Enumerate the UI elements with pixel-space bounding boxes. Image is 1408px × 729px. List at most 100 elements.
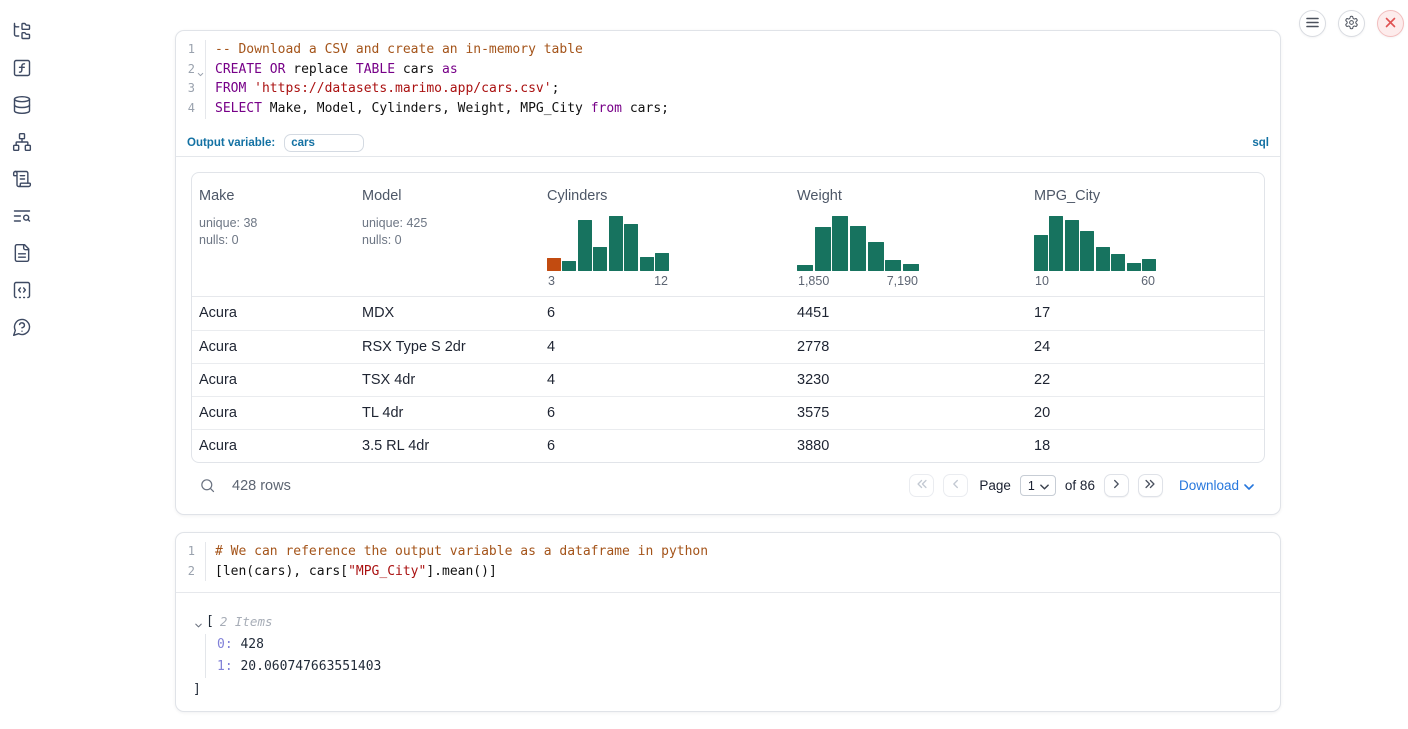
line-number: 2: [188, 60, 195, 80]
line-number-gutter: 1: [176, 542, 206, 562]
sidebar-dependency-graph-button[interactable]: [12, 133, 32, 153]
output-variable-input[interactable]: [284, 134, 364, 152]
sql-cell: 1 -- Download a CSV and create an in-memo…: [175, 30, 1281, 515]
column-histogram[interactable]: 1060: [1034, 216, 1156, 288]
sidebar-file-explorer-button[interactable]: [12, 22, 32, 42]
page-select[interactable]: 1: [1020, 475, 1056, 496]
file-tree-icon: [12, 21, 32, 44]
table-row[interactable]: AcuraRSX Type S 2dr4277824: [192, 330, 1264, 363]
settings-button[interactable]: [1338, 10, 1365, 37]
network-graph-icon: [12, 132, 32, 155]
histogram-axis-labels: 1,8507,190: [797, 274, 919, 288]
table-cell: 24: [1027, 339, 1264, 355]
code-text: -- Download a CSV and create an in-memor…: [206, 40, 583, 60]
database-icon: [12, 95, 32, 118]
table-row[interactable]: AcuraTSX 4dr4323022: [192, 363, 1264, 396]
column-stat: unique: 38: [199, 215, 355, 232]
table-row[interactable]: Acura3.5 RL 4dr6388018: [192, 429, 1264, 462]
sidebar-help-button[interactable]: [12, 318, 32, 338]
sidebar-documentation-button[interactable]: [12, 244, 32, 264]
line-number: 2: [188, 562, 195, 582]
table-cell: 4: [540, 339, 790, 355]
result-item: 1: 20.060747663551403: [217, 656, 1280, 678]
menu-button[interactable]: [1299, 10, 1326, 37]
sidebar-snippets-button[interactable]: [12, 281, 32, 301]
file-text-icon: [12, 243, 32, 266]
histogram-bars: [797, 216, 919, 271]
sidebar-logs-button[interactable]: [12, 207, 32, 227]
table-header-row: Makeunique: 38nulls: 0Modelunique: 425nu…: [192, 173, 1264, 297]
code-line[interactable]: 2[len(cars), cars["MPG_City"].mean()]: [176, 562, 1280, 582]
close-bracket: ]: [193, 679, 1280, 701]
code-line[interactable]: 3FROM 'https://datasets.marimo.app/cars.…: [176, 79, 1280, 99]
gear-icon: [1344, 15, 1359, 33]
line-number: 1: [188, 40, 195, 60]
column-histogram[interactable]: 1,8507,190: [797, 216, 919, 288]
histogram-bar: [655, 253, 669, 271]
code-text: FROM 'https://datasets.marimo.app/cars.c…: [206, 79, 559, 99]
column-header[interactable]: Modelunique: 425nulls: 0: [355, 173, 540, 296]
search-icon: [199, 482, 216, 497]
line-number-gutter: 3: [176, 79, 206, 99]
pagination: Page 1 of 86 Download: [909, 474, 1254, 497]
items-count-label: 2 Items: [220, 611, 273, 633]
histogram-bar: [547, 258, 561, 271]
histogram-bar: [850, 226, 866, 271]
table-cell: 3.5 RL 4dr: [355, 438, 540, 454]
line-number-gutter: 2: [176, 60, 206, 80]
shutdown-button[interactable]: [1377, 10, 1404, 37]
table-cell: 3230: [790, 372, 1027, 388]
table-row[interactable]: AcuraTL 4dr6357520: [192, 396, 1264, 429]
column-histogram[interactable]: 312: [547, 216, 669, 288]
column-header[interactable]: Weight 1,8507,190: [790, 173, 1027, 296]
language-badge[interactable]: sql: [1252, 137, 1269, 149]
python-cell: 1# We can reference the output variable …: [175, 532, 1281, 712]
sidebar-scratchpad-button[interactable]: [12, 170, 32, 190]
histogram-bar: [1049, 216, 1063, 271]
histogram-bar: [609, 216, 623, 271]
search-button[interactable]: [199, 477, 216, 494]
result-item-value: 428: [233, 637, 264, 652]
open-bracket: [: [206, 611, 214, 633]
column-stat: nulls: 0: [199, 232, 355, 249]
histogram-bar: [1142, 259, 1156, 271]
page-select-value: 1: [1028, 479, 1035, 493]
code-line[interactable]: 2CREATE OR replace TABLE cars as: [176, 60, 1280, 80]
sidebar: [0, 0, 44, 338]
sql-code-editor[interactable]: 1 -- Download a CSV and create an in-memo…: [176, 31, 1280, 119]
column-label: Cylinders: [547, 188, 790, 206]
histogram-bar: [1080, 231, 1094, 271]
column-header[interactable]: Cylinders 312: [540, 173, 790, 296]
last-page-button[interactable]: [1138, 474, 1163, 497]
histogram-bars: [1034, 216, 1156, 271]
first-page-button[interactable]: [909, 474, 934, 497]
sidebar-datasources-button[interactable]: [12, 96, 32, 116]
table-cell: 18: [1027, 438, 1264, 454]
previous-page-button[interactable]: [943, 474, 968, 497]
table-cell: 2778: [790, 339, 1027, 355]
code-line[interactable]: 4SELECT Make, Model, Cylinders, Weight, …: [176, 99, 1280, 119]
line-number: 4: [188, 99, 195, 119]
table-footer: 428 rows Page 1 of 86 Download: [191, 463, 1265, 509]
axis-max-label: 60: [1141, 274, 1155, 288]
code-line[interactable]: 1 -- Download a CSV and create an in-memo…: [176, 40, 1280, 60]
chevrons-left-icon: [915, 477, 929, 494]
histogram-bar: [624, 224, 638, 271]
code-line[interactable]: 1# We can reference the output variable …: [176, 542, 1280, 562]
histogram-bar: [1127, 263, 1141, 271]
column-header[interactable]: MPG_City1060: [1027, 173, 1264, 296]
result-item-value: 20.060747663551403: [233, 659, 382, 674]
fold-chevron-icon[interactable]: [196, 66, 205, 75]
python-code-editor[interactable]: 1# We can reference the output variable …: [176, 533, 1280, 581]
histogram-bar: [640, 257, 654, 271]
table-row[interactable]: AcuraMDX6445117: [192, 297, 1264, 330]
histogram-bar: [832, 216, 848, 271]
table-cell: 4451: [790, 305, 1027, 321]
download-button[interactable]: Download: [1179, 478, 1254, 493]
column-header[interactable]: Makeunique: 38nulls: 0: [192, 173, 355, 296]
next-page-button[interactable]: [1104, 474, 1129, 497]
menu-icon: [1306, 16, 1319, 31]
sidebar-functions-button[interactable]: [12, 59, 32, 79]
column-label: Weight: [797, 188, 1027, 206]
collapse-chevron-icon[interactable]: [193, 617, 204, 628]
